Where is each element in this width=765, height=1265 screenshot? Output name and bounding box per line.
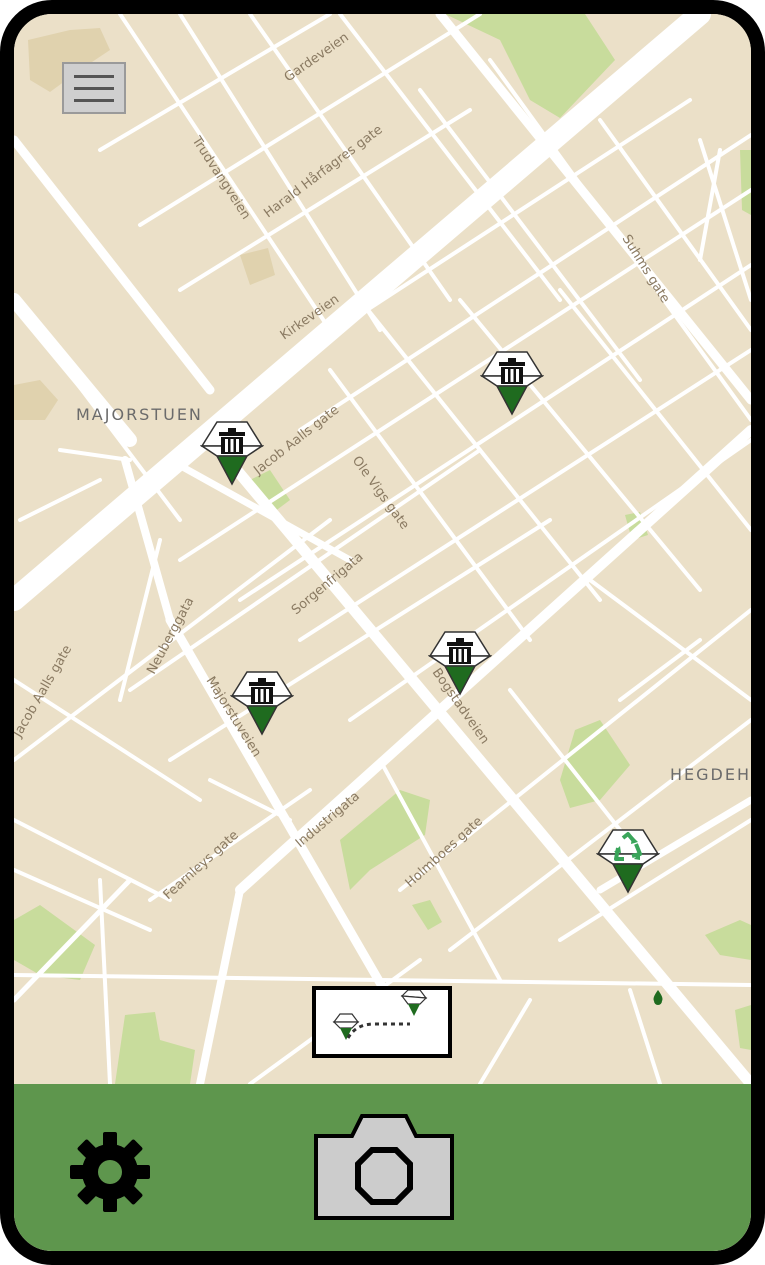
hamburger-menu-icon xyxy=(74,86,114,90)
settings-button[interactable] xyxy=(70,1132,150,1212)
trash-marker[interactable] xyxy=(480,348,544,420)
trash-marker[interactable] xyxy=(200,418,264,490)
trash-bin-icon xyxy=(230,671,294,736)
trash-bin-icon xyxy=(428,631,492,696)
route-icon xyxy=(332,989,428,1040)
trash-marker[interactable] xyxy=(428,628,492,700)
bottom-toolbar xyxy=(14,1084,751,1251)
trash-bin-icon xyxy=(200,421,264,486)
trash-marker[interactable] xyxy=(230,668,294,740)
hamburger-menu-icon xyxy=(74,74,114,78)
camera-button[interactable] xyxy=(314,1114,454,1220)
camera-icon xyxy=(314,1114,454,1220)
recycle-icon xyxy=(596,829,660,894)
trash-bin-icon xyxy=(480,351,544,416)
recycle-marker[interactable] xyxy=(596,826,660,898)
phone-frame: Gardeveien Trudvangveien Harald Hårfagre… xyxy=(0,0,765,1265)
menu-button[interactable] xyxy=(62,62,126,114)
district-label: HEGDEH xyxy=(670,765,751,784)
route-button[interactable] xyxy=(312,986,452,1058)
gear-icon xyxy=(70,1132,150,1212)
map-canvas[interactable]: Gardeveien Trudvangveien Harald Hårfagre… xyxy=(14,14,751,1084)
map-view[interactable]: Gardeveien Trudvangveien Harald Hårfagre… xyxy=(14,14,751,1084)
hamburger-menu-icon xyxy=(74,98,114,102)
district-label: MAJORSTUEN xyxy=(76,405,203,424)
